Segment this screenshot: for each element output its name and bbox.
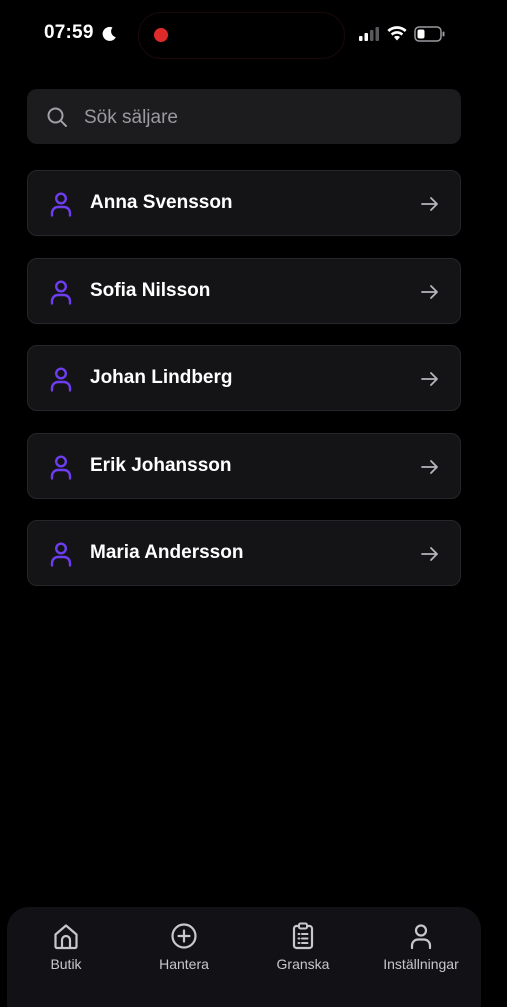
seller-name: Erik Johansson [90,454,232,476]
person-icon [50,192,72,217]
seller-row[interactable]: Anna Svensson [27,170,461,236]
person-icon [50,367,72,392]
tab-installningar[interactable]: Inställningar [362,921,480,972]
arrow-right-icon [421,197,438,211]
moon-icon [102,26,116,41]
dynamic-island [138,12,345,59]
person-icon [50,454,72,480]
arrow-right-icon [421,547,438,561]
seller-name: Sofia Nilsson [90,279,211,301]
cellular-signal-icon [359,27,379,41]
seller-list: Anna Svensson Sofia Nilsson Johan Lindbe… [27,170,461,608]
clipboard-icon [292,922,314,950]
battery-icon [414,26,445,42]
bottom-tab-bar: Butik Hantera Granska Inställningar [7,907,481,1007]
tab-granska[interactable]: Granska [244,921,362,972]
plus-circle-icon [171,923,197,949]
tab-label: Granska [276,956,330,972]
tab-butik[interactable]: Butik [7,921,125,972]
person-icon [50,279,72,305]
wifi-icon [387,26,407,41]
tab-label: Hantera [159,956,209,972]
tab-label: Butik [50,956,82,972]
seller-row[interactable]: Erik Johansson [27,432,461,499]
home-icon [54,924,78,950]
person-icon [50,542,72,567]
search-bar[interactable] [27,89,461,146]
tab-hantera[interactable]: Hantera [125,921,243,972]
seller-row[interactable]: Maria Andersson [27,520,461,586]
seller-name: Anna Svensson [90,192,233,213]
arrow-right-icon [421,284,438,299]
arrow-right-icon [421,459,438,474]
search-icon [47,107,67,127]
arrow-right-icon [421,372,438,386]
recording-indicator-icon [154,28,168,42]
seller-name: Maria Andersson [90,542,244,563]
search-input[interactable] [82,89,446,146]
tab-label: Inställningar [383,956,459,972]
user-icon [410,924,432,950]
status-bar: 07:59 [0,0,507,70]
status-time: 07:59 [44,22,94,43]
seller-row[interactable]: Sofia Nilsson [27,257,461,324]
seller-row[interactable]: Johan Lindberg [27,345,461,411]
seller-name: Johan Lindberg [90,367,233,388]
